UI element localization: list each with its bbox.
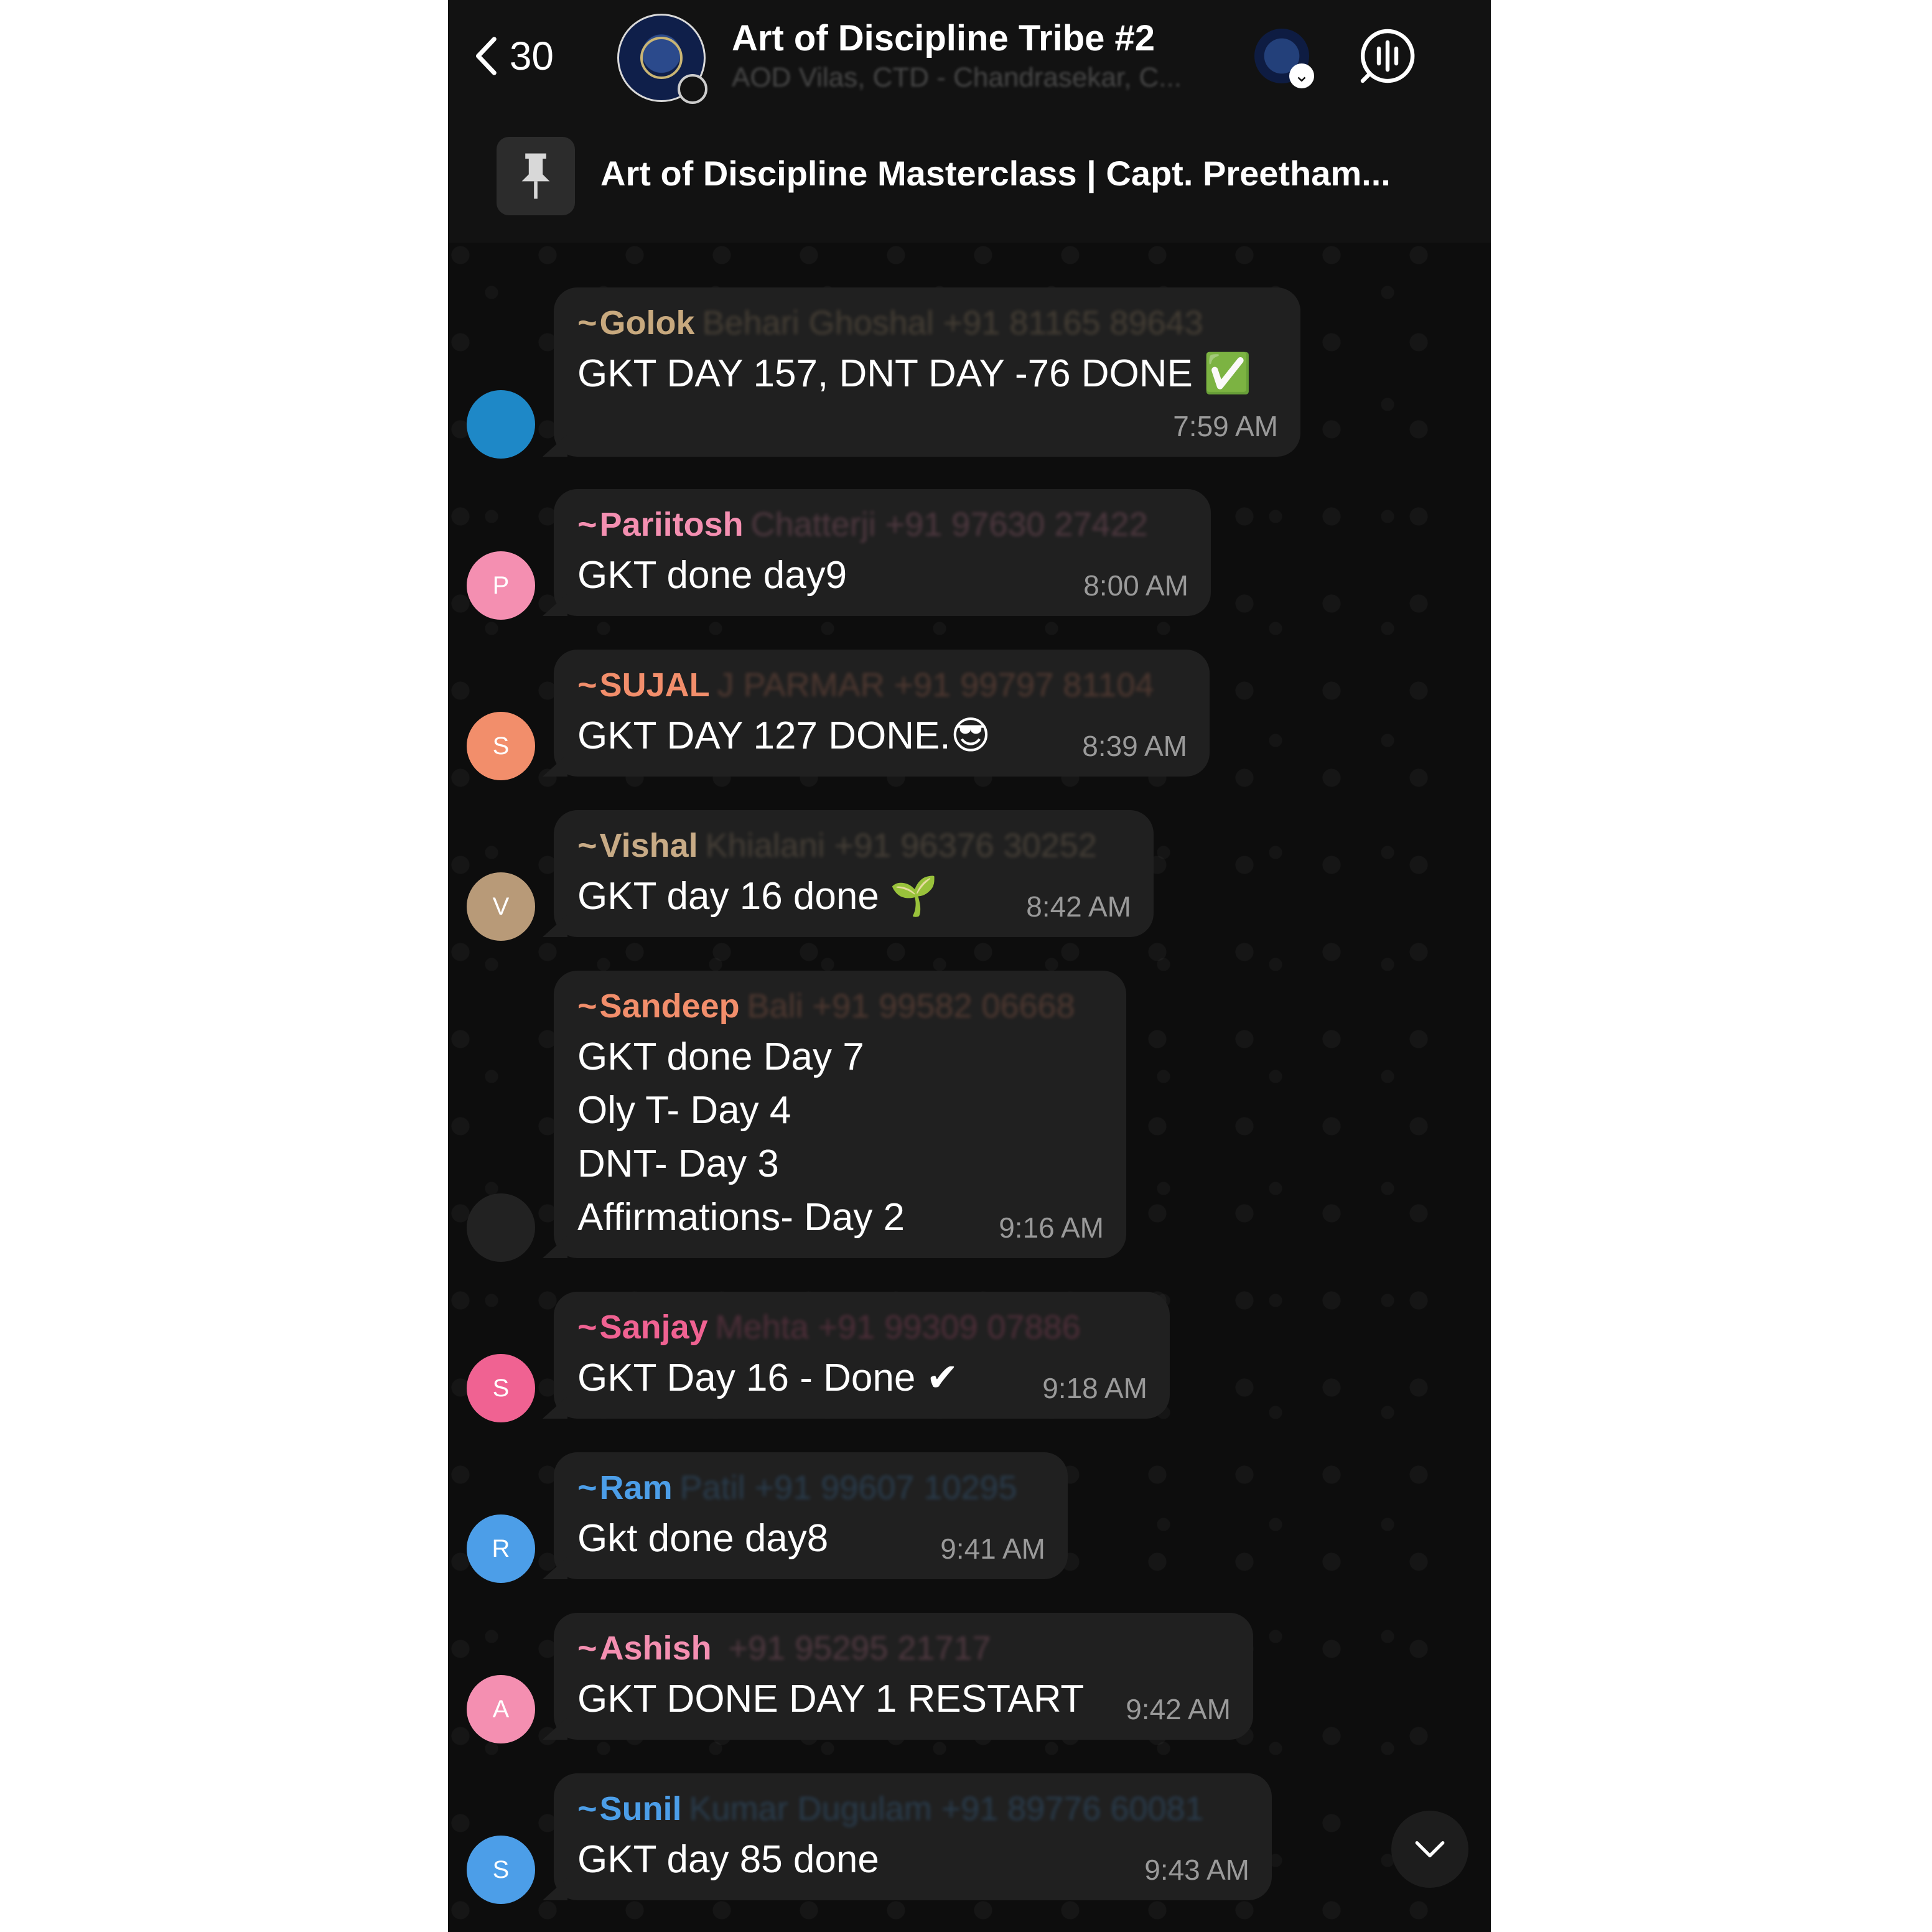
sender-name[interactable]: ~Sandeep Bali +91 99582 06668	[577, 987, 1103, 1025]
group-members-subtitle[interactable]: AOD Vilas, CTD - Chandrasekar, C...	[732, 62, 1182, 93]
message-bubble[interactable]: ~Vishal Khialani +91 96376 30252 GKT day …	[554, 810, 1154, 937]
message-time: 8:42 AM	[1026, 890, 1131, 923]
message-text: GKT DAY 157, DNT DAY -76 DONE ✅	[577, 352, 1252, 395]
unread-count: 30	[509, 34, 554, 78]
sender-avatar[interactable]: S	[467, 1836, 535, 1904]
sender-avatar[interactable]	[467, 390, 535, 459]
sender-name[interactable]: ~Sunil Kumar Dugulam +91 89776 60081	[577, 1790, 1248, 1828]
message-time: 7:59 AM	[1173, 410, 1278, 442]
sender-avatar[interactable]: S	[467, 712, 535, 780]
sender-avatar[interactable]: P	[467, 551, 535, 620]
pinned-message-text: Art of Discipline Masterclass | Capt. Pr…	[600, 154, 1391, 193]
disappearing-timer-icon	[678, 74, 707, 104]
voice-chat-button[interactable]	[1358, 26, 1417, 86]
sender-name[interactable]: ~Ashish +91 95295 21717	[577, 1629, 1230, 1668]
sender-avatar[interactable]: S	[467, 1354, 535, 1422]
message-bubble[interactable]: ~SUJAL J PARMAR +91 99797 81104 GKT DAY 1…	[554, 650, 1210, 777]
sender-avatar[interactable]: V	[467, 872, 535, 941]
sender-name[interactable]: ~Vishal Khialani +91 96376 30252	[577, 826, 1130, 865]
message-bubble[interactable]: ~Pariitosh Chatterji +91 97630 27422 GKT …	[554, 489, 1211, 616]
chevron-left-icon	[475, 37, 497, 75]
community-avatar[interactable]: ⌄	[1254, 29, 1314, 88]
chat-screen: 30 Art of Discipline Tribe #2 AOD Vilas,…	[448, 0, 1491, 1932]
message-bubble[interactable]: ~Ram Patil +91 99607 10295 Gkt done day8 …	[554, 1452, 1068, 1579]
sender-avatar[interactable]: R	[467, 1514, 535, 1583]
pin-icon	[497, 137, 575, 215]
group-logo	[640, 37, 683, 79]
sender-name[interactable]: ~Golok Behari Ghoshal +91 81165 89643	[577, 304, 1277, 342]
chevron-down-icon: ⌄	[1289, 63, 1314, 88]
scroll-to-bottom-button[interactable]	[1391, 1811, 1468, 1888]
pinned-message-bar[interactable]: Art of Discipline Masterclass | Capt. Pr…	[448, 112, 1491, 243]
back-button[interactable]: 30	[473, 25, 554, 87]
message-bubble[interactable]: ~Sunil Kumar Dugulam +91 89776 60081 GKT …	[554, 1773, 1272, 1900]
sender-avatar[interactable]: A	[467, 1675, 535, 1743]
message-time: 8:00 AM	[1083, 569, 1188, 602]
message-time: 8:39 AM	[1082, 730, 1187, 762]
audio-waveform-icon	[1360, 29, 1415, 83]
group-avatar[interactable]	[617, 14, 707, 104]
sender-name[interactable]: ~SUJAL J PARMAR +91 99797 81104	[577, 666, 1186, 704]
sender-name[interactable]: ~Sanjay Mehta +91 99309 07886	[577, 1308, 1146, 1346]
message-time: 9:42 AM	[1126, 1693, 1231, 1725]
message-bubble[interactable]: ~Golok Behari Ghoshal +91 81165 89643 GKT…	[554, 287, 1300, 457]
message-bubble[interactable]: ~Sandeep Bali +91 99582 06668 GKT done Da…	[554, 971, 1126, 1258]
message-time: 9:41 AM	[940, 1533, 1045, 1565]
message-time: 9:18 AM	[1042, 1372, 1147, 1404]
message-time: 9:43 AM	[1144, 1854, 1249, 1886]
group-title[interactable]: Art of Discipline Tribe #2	[732, 17, 1155, 59]
message-bubble[interactable]: ~Ashish +91 95295 21717 GKT DONE DAY 1 R…	[554, 1613, 1253, 1740]
chat-header: 30 Art of Discipline Tribe #2 AOD Vilas,…	[448, 0, 1491, 112]
sender-name[interactable]: ~Pariitosh Chatterji +91 97630 27422	[577, 505, 1187, 544]
sender-avatar[interactable]	[467, 1193, 535, 1262]
chevron-down-icon	[1415, 1841, 1445, 1857]
message-time: 9:16 AM	[999, 1211, 1104, 1244]
message-bubble[interactable]: ~Sanjay Mehta +91 99309 07886 GKT Day 16 …	[554, 1292, 1170, 1419]
sender-name[interactable]: ~Ram Patil +91 99607 10295	[577, 1468, 1044, 1507]
